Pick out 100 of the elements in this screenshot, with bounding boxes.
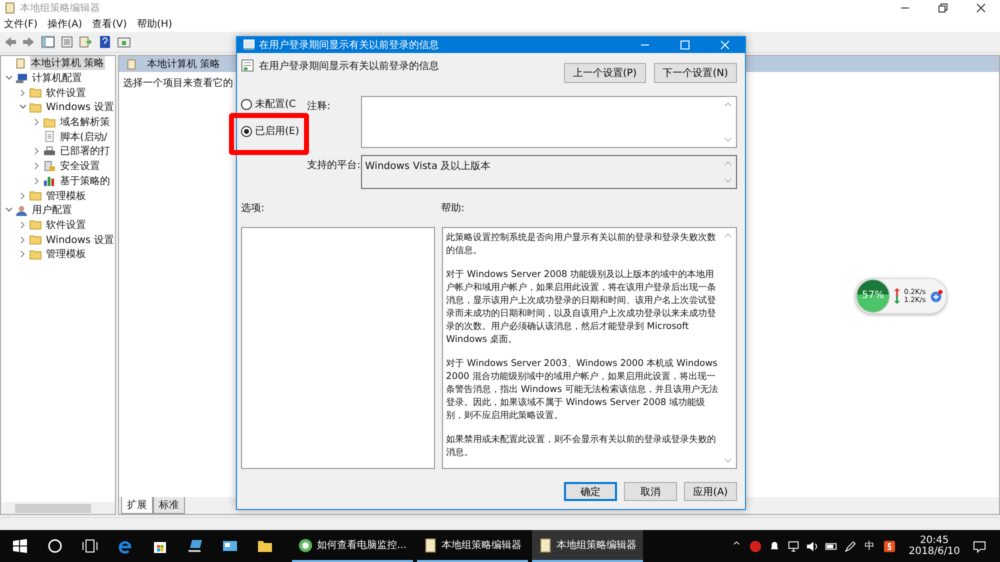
menu-item[interactable]: 文件(F) bbox=[4, 17, 38, 31]
pane-icon[interactable] bbox=[41, 35, 55, 49]
search-icon[interactable] bbox=[47, 538, 63, 554]
close-icon[interactable] bbox=[976, 3, 986, 13]
sogou-s-icon[interactable] bbox=[882, 540, 896, 552]
policy-icon bbox=[241, 59, 254, 72]
tree-item[interactable]: 已部署的打 bbox=[59, 144, 111, 158]
tree-item[interactable]: 计算机配置 bbox=[31, 71, 83, 86]
down-arrow-icon bbox=[894, 296, 900, 304]
chevron-down-icon[interactable] bbox=[5, 74, 13, 82]
printer-icon bbox=[43, 146, 56, 157]
tree-item[interactable]: 基于策略的 bbox=[59, 174, 111, 188]
tree-item[interactable]: 管理模板 bbox=[45, 188, 87, 203]
maximize-icon[interactable] bbox=[680, 40, 690, 50]
nav-button[interactable]: 上一个设置(P) bbox=[564, 63, 646, 83]
pane-title: 本地计算机 策略 bbox=[147, 58, 220, 71]
help-paragraph: 如果禁用或未配置此设置，则不会显示有关以前的登录或登录失败的消息。 bbox=[446, 433, 717, 459]
policy-icon bbox=[243, 39, 255, 51]
radio-label[interactable]: 已启用(E) bbox=[255, 124, 300, 138]
windows-start-icon[interactable] bbox=[12, 538, 28, 554]
pen-icon[interactable] bbox=[844, 540, 857, 552]
setting-heading: 在用户登录期间显示有关以前登录的信息 bbox=[259, 60, 439, 73]
tree-item[interactable]: 本地计算机 策略 bbox=[30, 56, 106, 70]
folder-icon bbox=[29, 102, 42, 113]
list-icon[interactable] bbox=[60, 35, 74, 49]
document-icon bbox=[43, 131, 56, 142]
radio-button[interactable] bbox=[241, 98, 252, 110]
radio-button[interactable] bbox=[241, 126, 252, 136]
plus-icon[interactable] bbox=[928, 289, 943, 303]
folder-icon bbox=[29, 248, 42, 260]
chevron-right-icon[interactable] bbox=[33, 118, 41, 126]
chevron-right-icon[interactable] bbox=[19, 236, 27, 244]
restore-icon[interactable] bbox=[938, 3, 948, 13]
scroll-icon bbox=[538, 538, 553, 552]
platform-field: Windows Vista 及以上版本 bbox=[361, 155, 737, 189]
dialog-button[interactable]: 取消 bbox=[624, 482, 677, 501]
export-icon[interactable] bbox=[79, 35, 93, 49]
task-view-icon[interactable] bbox=[82, 538, 98, 554]
folder-icon bbox=[29, 190, 42, 202]
dialog-button[interactable]: 应用(A) bbox=[684, 482, 737, 501]
view-tab[interactable]: 扩展 bbox=[121, 497, 153, 514]
chevron-right-icon[interactable] bbox=[19, 192, 27, 200]
network-icon[interactable] bbox=[786, 540, 800, 552]
taskbar-app[interactable]: 本地组策略编辑器 bbox=[532, 530, 643, 562]
tree-item[interactable]: 域名解析策 bbox=[59, 115, 111, 130]
help-paragraph: 此策略设置控制系统是否向用户显示有关以前的登录和登录失败次数的信息。 bbox=[446, 231, 717, 257]
view-icon[interactable] bbox=[117, 35, 131, 49]
chevron-right-icon[interactable] bbox=[33, 176, 41, 185]
speaker-icon[interactable] bbox=[806, 540, 819, 552]
section-label: 选项: bbox=[241, 202, 266, 215]
dialog-button[interactable]: 确定 bbox=[564, 482, 617, 501]
field-label: 注释: bbox=[307, 100, 332, 114]
input-method[interactable]: 中 bbox=[864, 539, 875, 553]
help-icon[interactable] bbox=[98, 35, 112, 49]
up-arrow-icon bbox=[894, 288, 900, 296]
help-paragraph: 对于 Windows Server 2003、Windows 2000 本机或 Windows 2000 混合功能级别域中的域用户帐户，如果启用此设置，将出现一条警告消息，指出 Windows 可能无法检索该信息，并且该用户无法登录。因此，如果该域不属于 Windows Server 2008 域功能级别，则不应启用此策略设置。 bbox=[446, 357, 719, 422]
clock-time[interactable]: 20:45 bbox=[920, 535, 949, 546]
folder-icon bbox=[29, 234, 42, 246]
scroll-icon bbox=[422, 538, 438, 552]
chevron-right-icon[interactable] bbox=[33, 147, 41, 156]
radio-label[interactable]: 未配置(C bbox=[255, 97, 296, 111]
menu-item[interactable]: 操作(A) bbox=[48, 17, 82, 31]
chevron-right-icon[interactable] bbox=[19, 88, 27, 97]
tree-item[interactable]: Windows 设置 bbox=[45, 232, 115, 247]
tree-item[interactable]: 软件设置 bbox=[45, 218, 87, 232]
taskbar-app[interactable]: 如何查看电脑监控... bbox=[292, 530, 413, 562]
monitor-icon[interactable] bbox=[222, 538, 238, 554]
view-tab[interactable]: 标准 bbox=[153, 497, 185, 514]
horizontal-scrollbar[interactable] bbox=[1, 502, 115, 514]
bar-chart-icon bbox=[43, 175, 56, 186]
field-label: 支持的平台: bbox=[307, 158, 361, 173]
back-icon[interactable] bbox=[3, 35, 17, 49]
chevron-right-icon[interactable] bbox=[19, 220, 27, 229]
ball-icon[interactable] bbox=[748, 540, 762, 552]
tree-item[interactable]: 脚本(启动/ bbox=[59, 130, 108, 144]
tray-chevron[interactable]: ^ bbox=[732, 540, 741, 552]
dialog-title: 在用户登录期间显示有关以前登录的信息 bbox=[259, 38, 439, 52]
tree-item[interactable]: Windows 设置 bbox=[45, 100, 115, 114]
chevron-right-icon[interactable] bbox=[19, 250, 27, 258]
folder-icon[interactable] bbox=[257, 538, 273, 554]
gauge-percent: 57% bbox=[860, 290, 886, 301]
chevron-right-icon[interactable] bbox=[33, 162, 41, 170]
browser-e-icon[interactable] bbox=[117, 538, 133, 554]
nav-button[interactable]: 下一个设置(N) bbox=[654, 63, 737, 83]
menu-item[interactable]: 帮助(H) bbox=[136, 17, 172, 31]
chevron-down-icon[interactable] bbox=[19, 103, 27, 112]
clock-date[interactable]: 2018/6/10 bbox=[908, 546, 960, 557]
forward-icon[interactable] bbox=[22, 35, 36, 49]
tree-item[interactable]: 管理模板 bbox=[45, 247, 87, 262]
scroll-icon bbox=[125, 58, 138, 70]
menu-item[interactable]: 查看(V) bbox=[92, 17, 127, 31]
tree-item[interactable]: 用户配置 bbox=[31, 203, 73, 218]
notification-icon[interactable] bbox=[973, 540, 986, 552]
tree-item[interactable]: 软件设置 bbox=[45, 86, 87, 100]
laptop-icon[interactable] bbox=[187, 538, 203, 554]
ring-icon bbox=[298, 538, 313, 552]
folder-icon bbox=[29, 87, 42, 98]
taskbar-app[interactable]: 本地组策略编辑器 bbox=[416, 530, 528, 562]
tree-item[interactable]: 安全设置 bbox=[59, 159, 101, 174]
chevron-down-icon[interactable] bbox=[5, 206, 13, 214]
